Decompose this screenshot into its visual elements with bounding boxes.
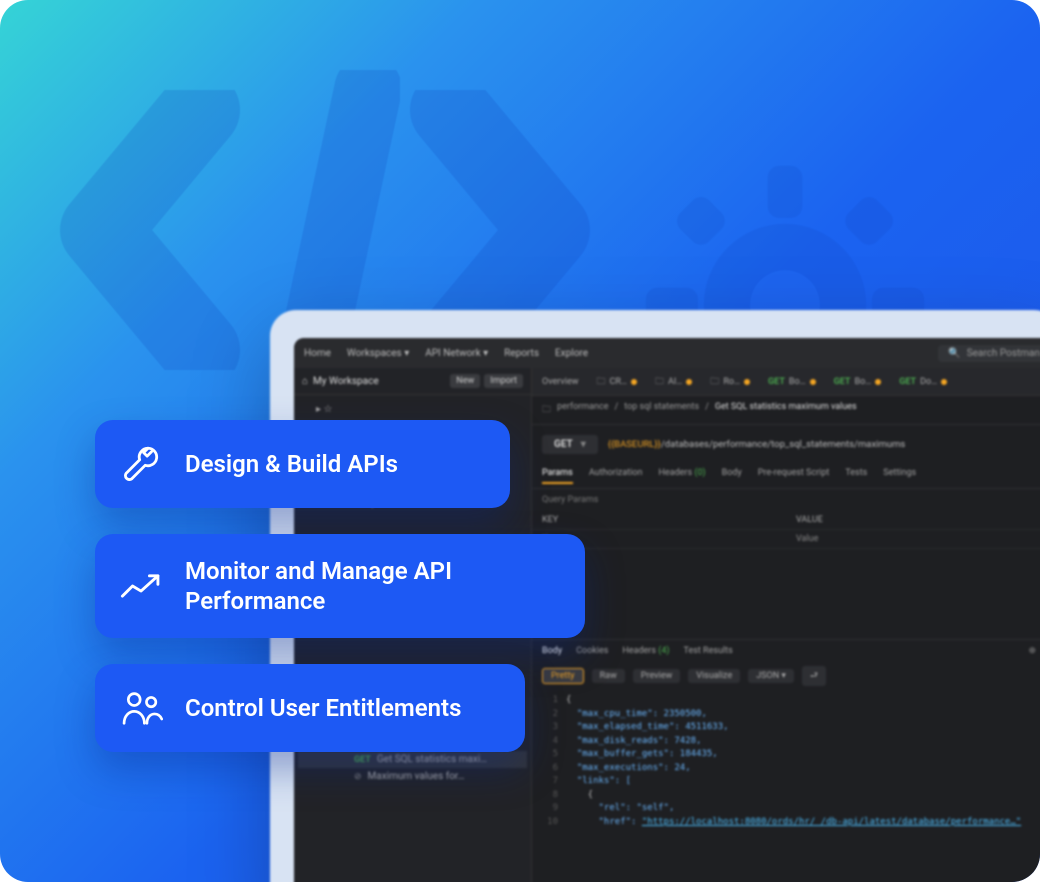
breadcrumb: 🗀 performance/ top sql statements/ Get S… xyxy=(532,396,1040,425)
tree-node[interactable]: ⊘ Maximum values for… xyxy=(298,768,527,785)
callout-label: Design & Build APIs xyxy=(185,449,398,479)
tab-item[interactable]: GET Bo… xyxy=(764,377,820,387)
trend-up-icon xyxy=(119,564,163,608)
search-input[interactable]: 🔍 Search Postman xyxy=(938,345,1040,362)
callout-entitlements: Control User Entitlements xyxy=(95,664,525,752)
feature-callouts: Design & Build APIs Monitor and Manage A… xyxy=(95,420,585,752)
tab-tests[interactable]: Tests xyxy=(845,468,867,484)
tab-headers[interactable]: Headers (0) xyxy=(659,468,706,484)
tab-auth[interactable]: Authorization xyxy=(589,468,643,484)
nav-api-network[interactable]: API Network ▾ xyxy=(425,348,488,359)
tab-item[interactable]: 🗀 Ro… xyxy=(706,374,754,390)
nav-workspaces[interactable]: Workspaces ▾ xyxy=(347,348,409,359)
workspace-selector[interactable]: ⌂ My Workspace xyxy=(302,376,379,387)
nav-explore[interactable]: Explore xyxy=(555,348,588,359)
nav-reports[interactable]: Reports xyxy=(504,348,539,359)
search-placeholder: Search Postman xyxy=(967,348,1040,359)
new-button[interactable]: New xyxy=(450,374,480,388)
tab-item[interactable]: GET Bo… xyxy=(830,377,886,387)
view-preview[interactable]: Preview xyxy=(633,669,680,683)
kv-value-input[interactable]: Value xyxy=(796,534,1040,544)
tab-body[interactable]: Body xyxy=(722,468,742,484)
url-input[interactable]: {{BASEURL}}/databases/performance/top_sq… xyxy=(608,439,906,450)
tree-node-active[interactable]: GET Get SQL statistics maxi… xyxy=(298,751,527,768)
status-icon: ⊕ xyxy=(1028,646,1036,656)
users-icon xyxy=(119,686,163,730)
tab-item[interactable]: GET Do… xyxy=(895,377,951,387)
tab-prerequest[interactable]: Pre-request Script xyxy=(758,468,830,484)
tree-node[interactable]: ▸ ☆ xyxy=(298,401,527,418)
nav-home[interactable]: Home xyxy=(304,348,331,359)
request-tabs: Params Authorization Headers (0) Body Pr… xyxy=(532,464,1040,489)
search-icon: 🔍 xyxy=(948,348,960,359)
response-body: 1{ 2 "max_cpu_time": 2350500, 3 "max_ela… xyxy=(532,690,1040,833)
wrap-icon[interactable]: ⮐ xyxy=(802,666,826,686)
person-icon: ⌂ xyxy=(302,376,308,387)
view-visualize[interactable]: Visualize xyxy=(688,669,740,683)
callout-monitor: Monitor and Manage API Performance xyxy=(95,534,585,638)
response-controls: Pretty Raw Preview Visualize JSON ▾ ⮐ xyxy=(532,662,1040,690)
hero-canvas: Home Workspaces ▾ API Network ▾ Reports … xyxy=(0,0,1040,882)
main-panel: Overview 🗀 CR… 🗀 AI… 🗀 Ro… GET Bo… GET B… xyxy=(532,368,1040,882)
kv-value-header: VALUE xyxy=(796,515,1040,525)
response-tabs: Body Cookies Headers (4) Test Results ⊕ … xyxy=(532,639,1040,662)
wrench-icon xyxy=(119,442,163,486)
top-nav: Home Workspaces ▾ API Network ▾ Reports … xyxy=(294,338,1040,368)
query-params-label: Query Params xyxy=(532,489,1040,511)
tab-item[interactable]: 🗀 AI… xyxy=(651,374,696,390)
tab-overview[interactable]: Overview xyxy=(538,377,582,387)
resp-tab-headers[interactable]: Headers (4) xyxy=(622,646,669,656)
tab-settings[interactable]: Settings xyxy=(883,468,916,484)
format-selector[interactable]: JSON ▾ xyxy=(748,669,794,683)
view-raw[interactable]: Raw xyxy=(592,669,625,683)
tab-item[interactable]: 🗀 CR… xyxy=(592,374,640,390)
resp-tab-tests[interactable]: Test Results xyxy=(684,646,733,656)
callout-design-build: Design & Build APIs xyxy=(95,420,510,508)
callout-label: Monitor and Manage API Performance xyxy=(185,556,555,616)
callout-label: Control User Entitlements xyxy=(185,693,461,723)
editor-tabs: Overview 🗀 CR… 🗀 AI… 🗀 Ro… GET Bo… GET B… xyxy=(532,368,1040,396)
angle-left-icon xyxy=(60,90,260,370)
request-bar: GET▾ {{BASEURL}}/databases/performance/t… xyxy=(532,425,1040,464)
import-button[interactable]: Import xyxy=(484,374,523,388)
